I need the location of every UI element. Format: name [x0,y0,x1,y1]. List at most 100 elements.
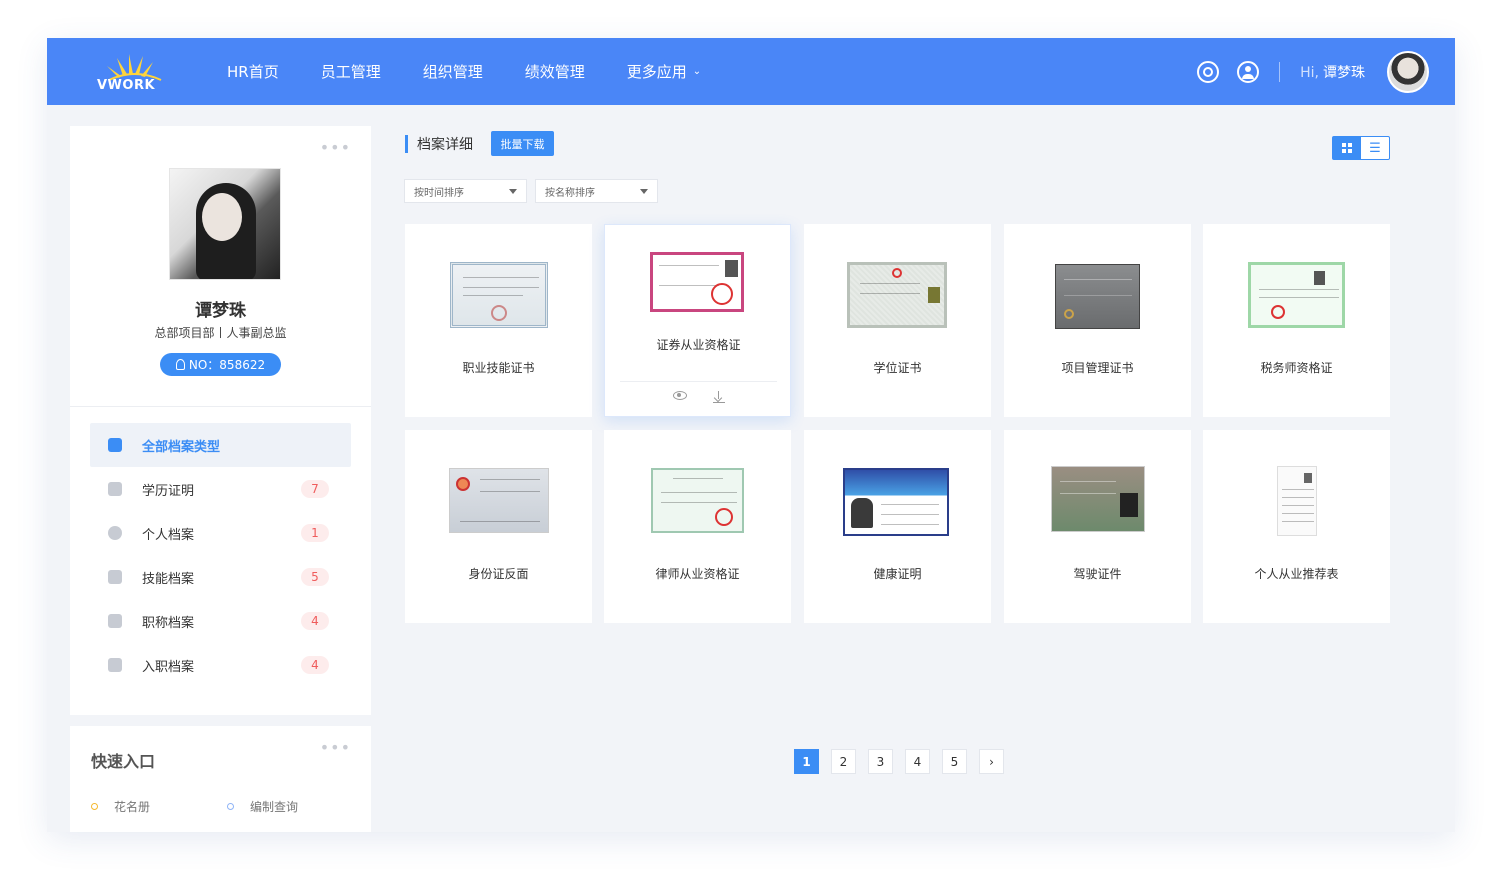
page-1-button[interactable]: 1 [794,749,819,774]
sort-by-time-label: 按时间排序 [414,187,464,199]
document-thumbnail [449,468,549,533]
nav-label: 更多应用 [626,63,687,81]
document-label: 律师从业资格证 [655,567,740,581]
category-count-badge: 5 [301,568,329,586]
nav-performance-management[interactable]: 绩效管理 [525,61,585,82]
category-label: 职称档案 [142,615,195,631]
header-actions: Hi, 谭梦珠 [1179,38,1429,105]
list-view-button[interactable]: ☰ [1361,137,1389,159]
user-circle-icon[interactable] [1237,60,1260,83]
category-label: 学历证明 [142,483,195,499]
document-card[interactable]: 律师从业资格证 [604,430,791,623]
header-divider [1279,61,1281,82]
page-4-button[interactable]: 4 [905,749,930,774]
grid-icon [1342,143,1352,153]
document-thumbnail [1051,466,1145,532]
document-card[interactable]: 驾驶证件 [1004,430,1191,623]
send-icon [108,570,122,584]
greeting-hi: Hi, [1300,64,1319,81]
document-thumbnail [843,468,949,536]
dot-icon [227,803,234,810]
preview-eye-icon[interactable] [672,391,687,400]
nav-more-apps[interactable]: 更多应用 ⌄ [627,61,701,82]
bell-icon [108,482,122,496]
document-label: 证券从业资格证 [656,338,741,352]
category-list: 全部档案类型 学历证明 7 个人档案 1 技能档案 5 职称档案 4 入职档案 … [90,423,351,687]
document-label: 个人从业推荐表 [1254,567,1339,581]
card-actions [605,391,792,403]
employee-number: NO：858622 [188,358,266,372]
category-education[interactable]: 学历证明 7 [90,467,351,511]
document-card[interactable]: 身份证反面 [405,430,592,623]
quick-link-roster[interactable]: 花名册 [91,798,150,815]
sort-by-name-select[interactable]: 按名称排序 [535,179,658,203]
sidebar-divider [70,406,371,407]
document-thumbnail [651,468,744,533]
more-options-icon[interactable]: ••• [320,738,351,757]
document-card-hovered[interactable]: 证券从业资格证 [604,224,791,417]
profile-department: 总部项目部丨人事副总监 [154,326,287,340]
download-icon[interactable] [712,391,725,403]
category-label: 个人档案 [142,527,195,543]
document-card[interactable]: 个人从业推荐表 [1203,430,1390,623]
document-label: 身份证反面 [468,567,529,581]
nav-employee-management[interactable]: 员工管理 [321,61,381,82]
greeting-user-name: 谭梦珠 [1323,64,1365,81]
category-count-badge: 4 [301,656,329,674]
page-3-button[interactable]: 3 [868,749,893,774]
category-count-badge: 4 [301,612,329,630]
nav-label: HR首页 [227,63,279,81]
document-card[interactable]: 健康证明 [804,430,991,623]
page-2-button[interactable]: 2 [831,749,856,774]
document-label: 职业技能证书 [462,361,535,375]
document-label: 学位证书 [873,361,922,375]
document-card[interactable]: 税务师资格证 [1203,224,1390,417]
document-card[interactable]: 学位证书 [804,224,991,417]
category-onboarding[interactable]: 入职档案 4 [90,643,351,687]
sort-by-time-select[interactable]: 按时间排序 [404,179,527,203]
card-divider [620,381,777,382]
document-icon [108,658,122,672]
employee-number-badge: NO：858622 [160,353,281,376]
document-label: 驾驶证件 [1073,567,1122,581]
settings-icon[interactable] [1197,60,1220,83]
category-personal[interactable]: 个人档案 1 [90,511,351,555]
document-thumbnail [450,262,548,328]
nav-label: 员工管理 [320,63,381,81]
main-nav: HR首页 员工管理 组织管理 绩效管理 更多应用 ⌄ [227,38,743,105]
user-greeting: Hi, 谭梦珠 [1300,62,1365,82]
category-label: 技能档案 [142,571,195,587]
avatar[interactable] [1387,50,1429,93]
document-thumbnail [650,252,744,312]
grid-view-button[interactable] [1333,137,1361,159]
quick-access-panel: ••• 快速入口 花名册 编制查询 [70,726,371,832]
profile-sidebar: ••• 谭梦珠 总部项目部丨人事副总监 NO：858622 全部档案类型 学历证… [70,126,371,715]
quick-link-staffing-query[interactable]: 编制查询 [227,798,298,815]
archive-icon [108,614,122,628]
batch-download-button[interactable]: 批量下载 [491,131,554,156]
document-thumbnail [1055,264,1140,329]
folder-icon [108,438,122,452]
category-all[interactable]: 全部档案类型 [90,423,351,467]
category-count-badge: 7 [301,480,329,498]
category-label: 入职档案 [142,659,195,675]
document-card[interactable]: 项目管理证书 [1004,224,1191,417]
quick-link-label: 编制查询 [250,800,299,814]
section-title: 档案详细 [405,134,473,154]
page-5-button[interactable]: 5 [942,749,967,774]
document-label: 税务师资格证 [1260,361,1333,375]
sort-by-name-label: 按名称排序 [545,187,595,199]
pagination: 1 2 3 4 5 › [794,749,1016,774]
quick-access-title: 快速入口 [91,752,156,771]
document-card[interactable]: 职业技能证书 [405,224,592,417]
nav-organization-management[interactable]: 组织管理 [423,61,483,82]
category-title[interactable]: 职称档案 4 [90,599,351,643]
next-page-button[interactable]: › [979,749,1004,774]
document-label: 项目管理证书 [1061,361,1134,375]
category-skills[interactable]: 技能档案 5 [90,555,351,599]
more-options-icon[interactable]: ••• [320,138,351,157]
nav-hr-home[interactable]: HR首页 [227,61,279,82]
document-thumbnail [1248,262,1345,328]
top-navigation-bar: VWORK HR首页 员工管理 组织管理 绩效管理 更多应用 ⌄ Hi, 谭梦珠 [47,38,1455,105]
vwork-logo[interactable]: VWORK [95,50,175,94]
